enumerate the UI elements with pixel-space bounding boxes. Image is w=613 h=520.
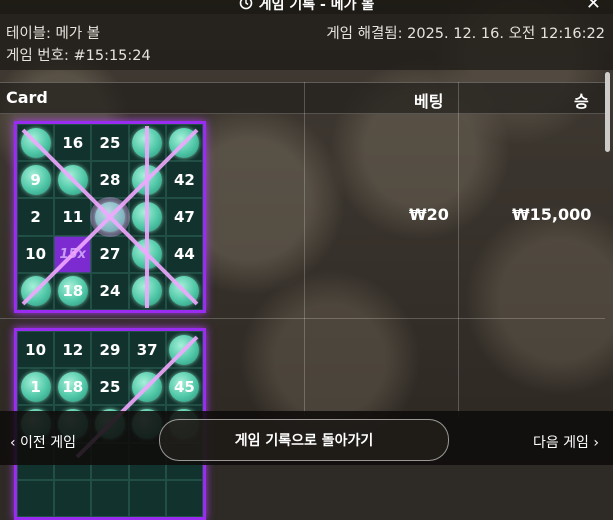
card-cell: 18 bbox=[54, 272, 92, 310]
card-cell bbox=[128, 235, 166, 273]
cell-number: 29 bbox=[99, 340, 121, 359]
card-cell: 24 bbox=[91, 272, 129, 310]
cell-number: 42 bbox=[173, 170, 195, 189]
footer-nav: ‹ 이전 게임 게임 기록으로 돌아가기 다음 게임 › bbox=[0, 411, 613, 465]
cell-number: 44 bbox=[173, 245, 195, 264]
previous-game-button[interactable]: ‹ 이전 게임 bbox=[10, 432, 76, 452]
card-cell: 1 bbox=[17, 368, 55, 406]
cell-number: 10 bbox=[25, 245, 47, 264]
card-cell: 9 bbox=[17, 161, 55, 199]
cell-number: 18 bbox=[62, 282, 84, 301]
cell-number: 15x bbox=[59, 246, 87, 262]
cell-number: 1 bbox=[30, 377, 41, 396]
table-row: 10 12 29 37 1 18 25 45 bbox=[0, 318, 605, 520]
card-cell: 25 bbox=[91, 368, 129, 406]
card-cell bbox=[165, 124, 203, 162]
card-cell: 45 bbox=[165, 368, 203, 406]
window-title: 게임 기록 - 메가 볼 bbox=[0, 0, 613, 14]
game-info-panel: 테이블: 메가 볼 게임 번호: #15:15:24 게임 해결됨: 2025.… bbox=[0, 14, 613, 70]
close-icon[interactable]: ✕ bbox=[586, 0, 601, 14]
bingo-card: 16 25 9 28 42 2 11 47 10 15x 27 44 18 24 bbox=[14, 121, 206, 313]
card-grid: 16 25 9 28 42 2 11 47 10 15x 27 44 18 24 bbox=[17, 124, 203, 310]
cell-number: 28 bbox=[99, 170, 121, 189]
card-cell: 2 bbox=[17, 198, 55, 236]
card-cell: 47 bbox=[165, 198, 203, 236]
cell-number: 45 bbox=[173, 377, 195, 396]
card-cell: 27 bbox=[91, 235, 129, 273]
history-icon bbox=[239, 0, 253, 14]
card-cell: 37 bbox=[128, 331, 166, 369]
card-cell: 42 bbox=[165, 161, 203, 199]
bet-amount: ₩20 bbox=[409, 205, 449, 224]
column-header-win: 승 bbox=[574, 92, 589, 111]
title-bar: 게임 기록 - 메가 볼 ✕ bbox=[0, 0, 613, 14]
cell-number: 25 bbox=[99, 133, 121, 152]
cell-number: 10 bbox=[25, 340, 47, 359]
card-cell bbox=[128, 368, 166, 406]
card-cell bbox=[165, 272, 203, 310]
table-row: 16 25 9 28 42 2 11 47 10 15x 27 44 18 24 ₩20 ₩15,000 bbox=[0, 112, 605, 319]
cell-number: 25 bbox=[99, 377, 121, 396]
window-title-text: 게임 기록 - 메가 볼 bbox=[258, 0, 375, 13]
card-cell bbox=[128, 124, 166, 162]
card-cell bbox=[91, 479, 129, 517]
card-cell bbox=[17, 479, 55, 517]
cell-number: 24 bbox=[99, 282, 121, 301]
card-cell: 15x bbox=[54, 235, 92, 273]
cell-number: 18 bbox=[62, 377, 84, 396]
cell-number: 11 bbox=[62, 207, 84, 226]
card-cell bbox=[17, 124, 55, 162]
cell-number: 2 bbox=[30, 207, 41, 226]
card-cell bbox=[128, 161, 166, 199]
card-cell bbox=[17, 272, 55, 310]
card-cell: 10 bbox=[17, 331, 55, 369]
card-cell bbox=[165, 479, 203, 517]
column-header-bet: 베팅 bbox=[414, 92, 444, 111]
card-cell bbox=[165, 331, 203, 369]
card-cell: 29 bbox=[91, 331, 129, 369]
card-cell bbox=[128, 198, 166, 236]
resolved-time: 게임 해결됨: 2025. 12. 16. 오전 12:16:22 bbox=[326, 26, 605, 42]
card-cell: 25 bbox=[91, 124, 129, 162]
game-number: 게임 번호: #15:15:24 bbox=[6, 48, 151, 64]
back-to-history-button[interactable]: 게임 기록으로 돌아가기 bbox=[159, 419, 449, 461]
scrollbar[interactable] bbox=[605, 72, 610, 152]
table-header: Card 베팅 승 bbox=[0, 82, 605, 114]
table-name: 테이블: 메가 볼 bbox=[6, 26, 101, 42]
card-cell bbox=[91, 198, 129, 236]
column-header-card: Card bbox=[6, 88, 48, 107]
card-cell: 12 bbox=[54, 331, 92, 369]
card-cell: 16 bbox=[54, 124, 92, 162]
card-cell: 44 bbox=[165, 235, 203, 273]
cell-number: 27 bbox=[99, 245, 121, 264]
card-cell bbox=[128, 272, 166, 310]
card-cell: 11 bbox=[54, 198, 92, 236]
card-cell: 18 bbox=[54, 368, 92, 406]
card-cell: 28 bbox=[91, 161, 129, 199]
card-cell bbox=[54, 161, 92, 199]
next-game-button[interactable]: 다음 게임 › bbox=[533, 432, 599, 452]
card-cell bbox=[54, 479, 92, 517]
cell-number: 37 bbox=[136, 340, 158, 359]
cell-number: 12 bbox=[62, 340, 84, 359]
win-amount: ₩15,000 bbox=[512, 205, 592, 224]
card-cell bbox=[128, 479, 166, 517]
cell-number: 47 bbox=[173, 207, 195, 226]
card-cell: 10 bbox=[17, 235, 55, 273]
cell-number: 9 bbox=[30, 170, 41, 189]
cell-number: 16 bbox=[62, 133, 84, 152]
